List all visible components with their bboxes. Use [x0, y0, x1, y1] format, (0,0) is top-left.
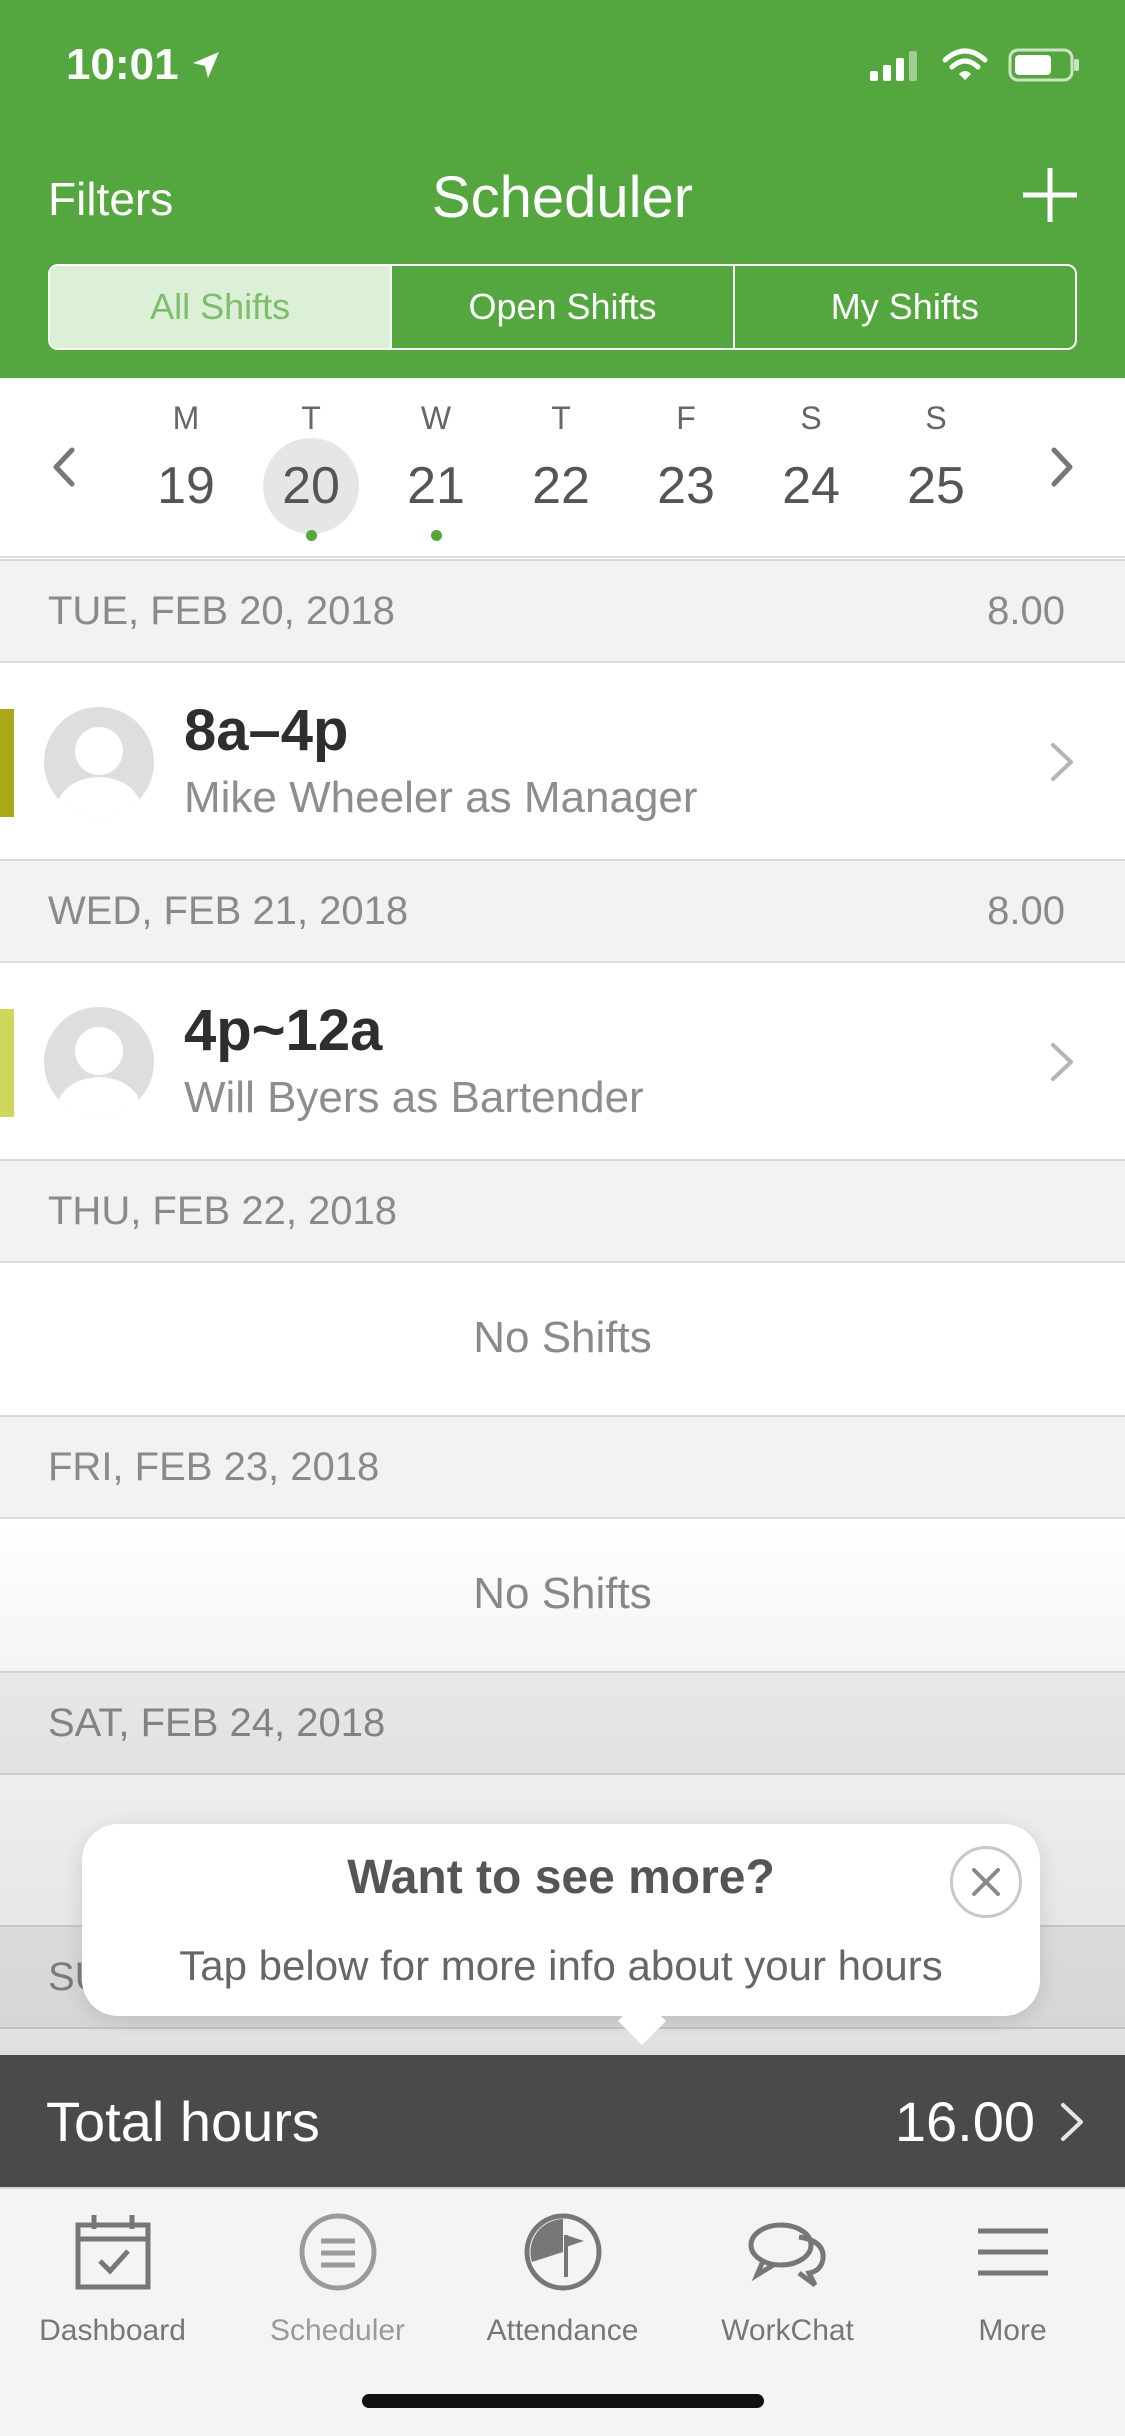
app-header: 10:01 Filters Scheduler All Shifts Open … — [0, 0, 1125, 378]
shift-indicator-dot — [305, 530, 317, 541]
day-saturday[interactable]: S 24 — [756, 398, 866, 541]
hours-tooltip[interactable]: Want to see more? Tap below for more inf… — [82, 1824, 1040, 2046]
day-friday[interactable]: F 23 — [631, 398, 741, 541]
segment-open-shifts[interactable]: Open Shifts — [390, 266, 732, 348]
section-date: SAT, FEB 24, 2018 — [48, 1701, 386, 1745]
day-sunday[interactable]: S 25 — [881, 398, 991, 541]
status-bar-icons — [870, 48, 1080, 82]
chevron-left-icon[interactable] — [44, 442, 84, 492]
person-silhouette-icon — [54, 1027, 144, 1117]
status-bar-time: 10:01 — [66, 40, 221, 90]
cellular-signal-icon — [870, 51, 917, 81]
day-monday[interactable]: M 19 — [131, 398, 241, 541]
day-number: 20 — [282, 457, 340, 515]
shift-filter-segmented-control: All Shifts Open Shifts My Shifts — [48, 264, 1077, 350]
week-strip: M 19 T 20 W 21 T 22 F 23 S 24 S 25 — [0, 378, 1125, 558]
avatar — [44, 1007, 154, 1117]
section-date: THU, FEB 22, 2018 — [48, 1189, 398, 1233]
tab-label: Dashboard — [39, 2314, 186, 2347]
wifi-icon — [942, 48, 988, 80]
shift-color-bar — [0, 1009, 14, 1117]
section-date: WED, FEB 21, 2018 — [48, 889, 409, 933]
chevron-right-icon — [1051, 1043, 1073, 1081]
total-hours-label: Total hours — [46, 2090, 320, 2153]
shift-row[interactable]: 8a–4p Mike Wheeler as Manager — [0, 663, 1125, 859]
segment-all-shifts[interactable]: All Shifts — [50, 266, 391, 348]
empty-shifts-row: No Shifts — [0, 1263, 1125, 1413]
segment-my-shifts[interactable]: My Shifts — [732, 266, 1075, 348]
shift-person: Mike Wheeler as Manager — [184, 773, 698, 822]
day-tuesday-selected[interactable]: T 20 — [256, 398, 366, 541]
chevron-right-icon — [1051, 743, 1073, 781]
close-icon — [972, 1868, 1000, 1896]
chevron-right-icon[interactable] — [1042, 442, 1082, 492]
avatar — [44, 707, 154, 817]
day-thursday[interactable]: T 22 — [506, 398, 616, 541]
tab-label: More — [978, 2314, 1047, 2347]
section-date: TUE, FEB 20, 2018 — [48, 589, 395, 633]
tooltip-body: Tap below for more info about your hours — [179, 1942, 943, 1989]
day-letter: T — [301, 400, 321, 436]
shift-time: 4p~12a — [184, 998, 383, 1063]
day-number: 22 — [532, 457, 590, 515]
section-header-thu: THU, FEB 22, 2018 — [0, 1159, 1125, 1263]
day-wednesday[interactable]: W 21 — [381, 398, 491, 541]
hamburger-menu-icon — [977, 2228, 1048, 2276]
calendar-check-icon — [75, 2215, 150, 2290]
section-header-tue: TUE, FEB 20, 2018 8.00 — [0, 559, 1125, 663]
tooltip-pointer — [617, 1996, 667, 2046]
section-header-fri: FRI, FEB 23, 2018 — [0, 1415, 1125, 1519]
section-header-wed: WED, FEB 21, 2018 8.00 — [0, 859, 1125, 963]
day-letter: W — [420, 400, 452, 436]
shift-row[interactable]: 4p~12a Will Byers as Bartender — [0, 963, 1125, 1159]
tab-dashboard[interactable]: Dashboard — [0, 2207, 225, 2348]
day-number: 19 — [157, 457, 215, 515]
tooltip-close-button[interactable] — [950, 1846, 1022, 1918]
day-letter: F — [676, 400, 696, 436]
person-silhouette-icon — [54, 727, 144, 817]
tab-more[interactable]: More — [900, 2207, 1125, 2348]
clock-flag-icon — [524, 2213, 601, 2291]
section-hours: 8.00 — [987, 889, 1065, 933]
empty-shifts-row: No Shifts — [0, 1519, 1125, 1669]
day-number: 23 — [657, 457, 715, 515]
location-arrow-icon — [192, 52, 219, 78]
tab-scheduler[interactable]: Scheduler — [225, 2207, 450, 2348]
status-time-text: 10:01 — [66, 40, 179, 89]
plus-icon[interactable] — [1015, 160, 1085, 230]
tab-label: Scheduler — [269, 2314, 406, 2347]
shift-color-bar — [0, 709, 14, 817]
day-number: 21 — [407, 457, 465, 515]
day-letter: S — [925, 400, 947, 436]
empty-text: No Shifts — [473, 1569, 652, 1618]
section-hours: 8.00 — [987, 589, 1065, 633]
day-letter: T — [551, 400, 571, 436]
battery-icon — [1008, 48, 1079, 82]
chat-bubbles-icon — [748, 2222, 826, 2287]
total-hours-value: 16.00 — [894, 2090, 1035, 2153]
chevron-right-icon — [1061, 2103, 1083, 2141]
list-circle-icon — [299, 2213, 376, 2291]
tab-attendance[interactable]: Attendance — [450, 2207, 675, 2348]
shift-person: Will Byers as Bartender — [184, 1073, 644, 1122]
tab-label: WorkChat — [721, 2314, 854, 2347]
day-letter: M — [172, 400, 200, 436]
tooltip-title: Want to see more? — [347, 1851, 775, 1904]
home-indicator[interactable] — [362, 2394, 764, 2408]
section-date: FRI, FEB 23, 2018 — [48, 1445, 380, 1489]
shift-time: 8a–4p — [184, 698, 349, 763]
filters-button[interactable]: Filters — [48, 172, 173, 226]
day-number: 24 — [782, 457, 840, 515]
total-hours-bar[interactable]: Total hours 16.00 — [0, 2055, 1125, 2187]
section-header-sat: SAT, FEB 24, 2018 — [0, 1671, 1125, 1775]
day-letter: S — [800, 400, 822, 436]
tab-label: Attendance — [486, 2314, 639, 2347]
tab-workchat[interactable]: WorkChat — [675, 2207, 900, 2348]
day-number: 25 — [907, 457, 965, 515]
shift-indicator-dot — [430, 530, 442, 541]
empty-text: No Shifts — [473, 1313, 652, 1362]
